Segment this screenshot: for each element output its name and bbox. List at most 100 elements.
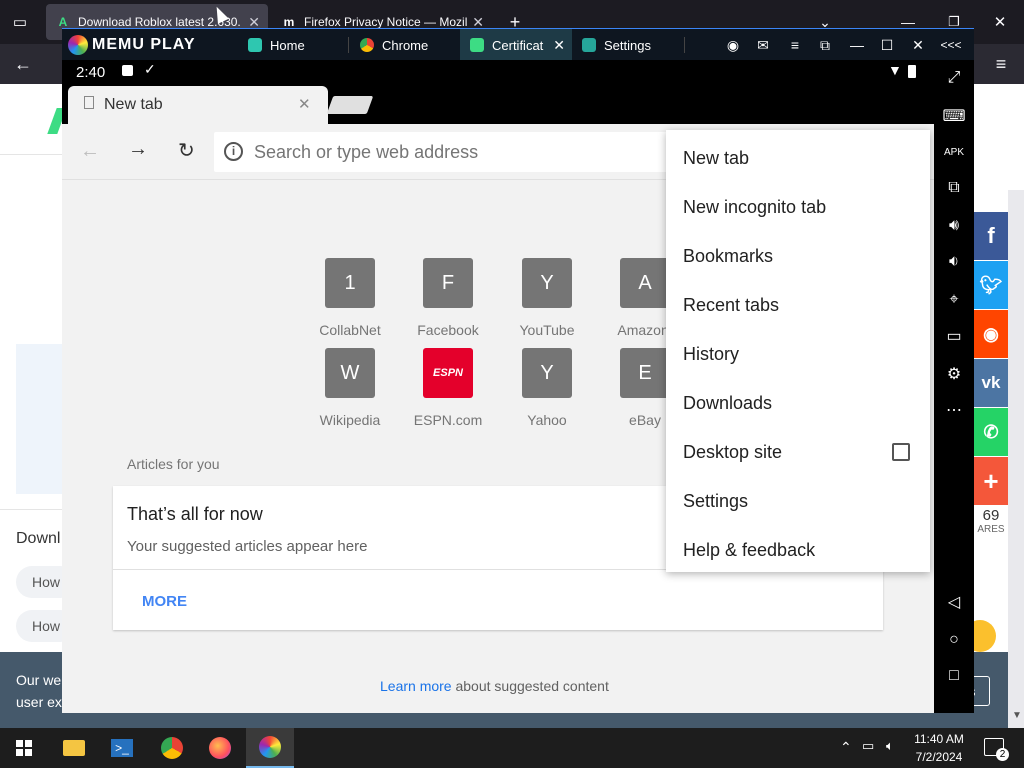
close-window-icon[interactable]: ✕ — [988, 10, 1012, 34]
minimize-icon[interactable]: — — [842, 29, 872, 61]
tile-yahoo[interactable]: Y Yahoo — [507, 348, 587, 428]
start-button[interactable] — [0, 728, 48, 768]
scroll-down-icon[interactable]: ▼ — [1012, 710, 1022, 721]
file-explorer-icon[interactable] — [50, 728, 98, 768]
new-tab-button[interactable] — [326, 96, 374, 114]
memu-logo-text: MEMU PLAY — [92, 36, 196, 53]
vk-share-icon[interactable]: vk — [973, 359, 1009, 407]
location-icon[interactable]: ⌖ — [934, 286, 974, 314]
clock-date: 7/2/2024 — [915, 750, 963, 764]
reload-icon[interactable]: ↻ — [178, 138, 195, 163]
clock-time: 11:40 AM — [914, 732, 964, 746]
home-app-icon — [248, 38, 262, 52]
settings-gear-icon[interactable]: ⚙ — [934, 360, 974, 388]
maximize-icon[interactable]: ☐ — [872, 29, 902, 61]
whatsapp-share-icon[interactable]: ✆ — [973, 408, 1009, 456]
menu-item-recent-tabs[interactable]: Recent tabs — [666, 281, 930, 330]
fullscreen-icon[interactable]: ⤢ — [934, 64, 974, 92]
back-arrow-icon[interactable]: ← — [80, 140, 100, 163]
tile-icon: A — [620, 258, 670, 308]
tile-collabnet[interactable]: 1 CollabNet — [310, 258, 390, 338]
notification-badge: 2 — [996, 748, 1009, 761]
search-input[interactable]: Search or type web address — [254, 142, 478, 163]
taskbar-clock[interactable]: 11:40 AM 7/2/2024 — [908, 732, 970, 764]
forward-arrow-icon[interactable]: → — [128, 138, 148, 161]
memu-tab-certificat[interactable]: Certificat ✕ — [460, 29, 572, 61]
twitter-share-icon[interactable]: 🐦︎ — [973, 261, 1009, 309]
tab-label: Settings — [604, 37, 651, 53]
firefox-taskbar-icon[interactable] — [196, 728, 244, 768]
desktop-site-checkbox[interactable] — [892, 443, 910, 461]
powershell-icon[interactable]: >_ — [98, 728, 146, 768]
memu-taskbar-icon[interactable] — [246, 728, 294, 768]
menu-item-help-feedback[interactable]: Help & feedback — [666, 526, 930, 575]
background-panel — [16, 344, 62, 494]
android-home-icon[interactable]: ○ — [934, 626, 974, 654]
menu-item-new-tab[interactable]: New tab — [666, 134, 930, 183]
tile-label: Facebook — [417, 322, 479, 338]
omnibox[interactable]: i Search or type web address — [214, 132, 714, 172]
account-icon[interactable]: ◉ — [718, 29, 748, 61]
android-back-icon[interactable]: ◁ — [934, 588, 974, 616]
collapse-sidebar-icon[interactable]: <<< — [936, 29, 966, 61]
menu-icon[interactable]: ≡ — [780, 29, 810, 61]
close-tab-icon[interactable]: ✕ — [553, 37, 565, 54]
mail-icon[interactable]: ✉ — [748, 29, 778, 61]
reddit-share-icon[interactable]: ◉ — [973, 310, 1009, 358]
facebook-share-icon[interactable]: f — [973, 212, 1009, 260]
chrome-tab[interactable]: New tab ✕ — [68, 86, 328, 124]
memu-tab-home[interactable]: Home — [238, 29, 350, 61]
more-icon[interactable]: ⋯ — [934, 396, 974, 424]
volume-down-icon[interactable]: 🔉︎ — [934, 248, 974, 276]
more-share-icon[interactable]: + — [973, 457, 1009, 505]
network-icon[interactable]: ▭ — [862, 738, 874, 754]
menu-item-desktop-site[interactable]: Desktop site — [666, 428, 930, 477]
mozilla-favicon-icon: m — [283, 15, 295, 29]
settings-app-icon — [582, 38, 596, 52]
tile-wikipedia[interactable]: W Wikipedia — [310, 348, 390, 428]
tray-chevron-icon[interactable]: ⌃ — [840, 739, 852, 756]
memu-tab-settings[interactable]: Settings — [572, 29, 682, 61]
volume-muted-icon[interactable]: 🔈︎ — [886, 738, 894, 754]
apk-install-icon[interactable]: APK — [934, 138, 974, 166]
chrome-taskbar-icon[interactable] — [148, 728, 196, 768]
chrome-tab-strip: New tab ✕ — [62, 86, 934, 124]
hamburger-menu-icon[interactable]: ≡ — [988, 52, 1014, 76]
menu-item-settings[interactable]: Settings — [666, 477, 930, 526]
info-icon[interactable]: i — [224, 142, 243, 161]
tile-label: ESPN.com — [413, 412, 483, 428]
wifi-icon: ▼ — [888, 62, 902, 78]
menu-item-downloads[interactable]: Downloads — [666, 379, 930, 428]
tab-divider — [684, 37, 685, 53]
screen-icon[interactable]: ⧉ — [810, 29, 840, 61]
memu-logo-icon — [68, 35, 88, 55]
learn-more-suffix: about suggested content — [455, 678, 609, 694]
menu-item-history[interactable]: History — [666, 330, 930, 379]
menu-item-bookmarks[interactable]: Bookmarks — [666, 232, 930, 281]
multi-instance-icon[interactable]: ⧉ — [934, 174, 974, 202]
more-button[interactable]: MORE — [142, 593, 187, 610]
page-icon — [84, 96, 94, 109]
close-icon[interactable]: ✕ — [903, 29, 933, 61]
learn-more-link[interactable]: Learn more — [380, 678, 452, 694]
folder-icon[interactable]: ▭ — [934, 322, 974, 350]
back-arrow-icon[interactable]: ← — [10, 52, 36, 76]
tile-youtube[interactable]: Y YouTube — [507, 258, 587, 338]
memu-tab-chrome[interactable]: Chrome — [350, 29, 460, 61]
checkmark-icon: ✓ — [144, 61, 156, 77]
page-scrollbar[interactable]: ▼ — [1008, 190, 1024, 728]
close-tab-icon[interactable]: ✕ — [298, 95, 311, 113]
keyboard-icon[interactable]: ⌨ — [934, 102, 974, 130]
chrome-overflow-menu: New tab New incognito tab Bookmarks Rece… — [666, 130, 930, 572]
tile-facebook[interactable]: F Facebook — [408, 258, 488, 338]
memu-title-bar: MEMU PLAY Home Chrome Certificat ✕ Setti… — [62, 28, 974, 61]
notification-a-icon — [122, 65, 133, 76]
tab-list-icon[interactable]: ▭ — [8, 10, 32, 34]
menu-item-new-incognito-tab[interactable]: New incognito tab — [666, 183, 930, 232]
volume-up-icon[interactable]: 🔊︎ — [934, 212, 974, 240]
chrome-tab-title: New tab — [104, 96, 163, 113]
android-recents-icon[interactable]: □ — [934, 662, 974, 690]
share-count: 69 — [982, 507, 1000, 524]
divider — [0, 509, 62, 510]
tile-espn[interactable]: ESPN ESPN.com — [408, 348, 488, 428]
